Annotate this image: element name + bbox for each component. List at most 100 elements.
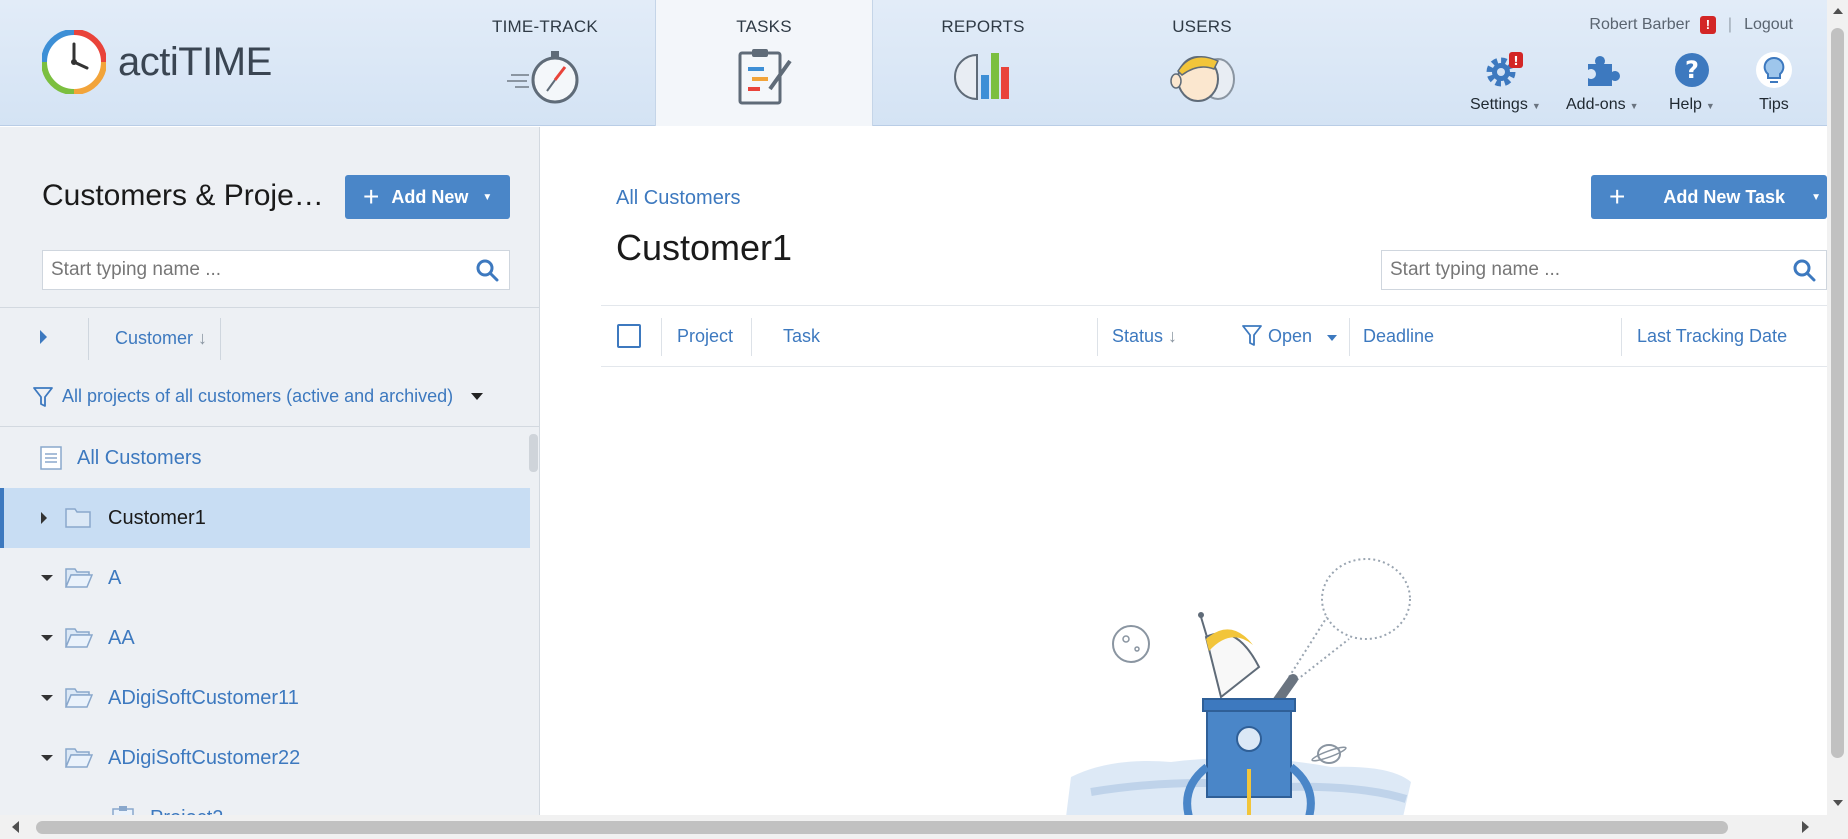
actitime-logo[interactable]: actiTIME xyxy=(42,30,272,94)
task-search-field xyxy=(1381,250,1827,290)
sort-arrow-icon: ↓ xyxy=(198,328,208,348)
page-title: Customer1 xyxy=(616,227,793,268)
filter-caret-icon xyxy=(471,393,484,400)
collapse-arrow-icon[interactable] xyxy=(41,695,53,701)
add-task-dropdown-icon[interactable]: ▼ xyxy=(1811,192,1821,203)
tips-button[interactable]: Tips xyxy=(1754,50,1794,114)
tips-label: Tips xyxy=(1759,96,1789,113)
search-icon[interactable] xyxy=(1782,258,1826,282)
scroll-down-icon[interactable] xyxy=(1833,800,1843,806)
tree-item-label: Customer1 xyxy=(108,506,206,529)
folder-icon xyxy=(65,508,91,528)
page-horizontal-scrollbar[interactable] xyxy=(0,815,1848,839)
sort-by-customer[interactable]: Customer ↓ xyxy=(115,328,207,349)
column-divider xyxy=(751,318,752,356)
collapse-arrow-icon[interactable] xyxy=(41,635,53,641)
collapse-arrow-icon[interactable] xyxy=(41,575,53,581)
tree-item-project2[interactable]: Project2 xyxy=(0,788,530,815)
addons-label: Add-ons xyxy=(1566,96,1626,113)
puzzle-icon xyxy=(1588,56,1621,86)
clock-logo-icon xyxy=(42,30,106,94)
list-icon xyxy=(40,446,62,470)
breadcrumb-all-customers[interactable]: All Customers xyxy=(616,187,740,210)
expand-all-icon[interactable] xyxy=(40,330,47,344)
help-menu[interactable]: ? Help ▼ xyxy=(1669,50,1715,114)
plus-icon: + xyxy=(1609,181,1626,212)
folder-open-icon xyxy=(65,688,93,708)
tree-item-label: ADigiSoftCustomer11 xyxy=(108,686,299,709)
sort-divider-right xyxy=(220,318,221,360)
logout-link[interactable]: Logout xyxy=(1744,16,1793,34)
vertical-scroll-thumb[interactable] xyxy=(1831,28,1844,758)
status-filter-icon[interactable] xyxy=(1241,322,1263,353)
select-all-checkbox[interactable] xyxy=(617,324,641,348)
tree-item-aa[interactable]: AA xyxy=(0,608,530,668)
tree-sort-bar: Customer ↓ xyxy=(0,307,540,367)
settings-badge: ! xyxy=(1514,54,1519,68)
column-deadline[interactable]: Deadline xyxy=(1363,326,1434,347)
column-status[interactable]: Status ↓ xyxy=(1112,326,1177,347)
settings-label: Settings xyxy=(1470,96,1528,113)
scroll-left-icon[interactable] xyxy=(12,821,19,833)
tree-item-adigisoftcustomer22[interactable]: ADigiSoftCustomer22 xyxy=(0,728,530,788)
tab-time-track-label: TIME-TRACK xyxy=(492,17,598,36)
logo-text: actiTIME xyxy=(118,39,272,84)
users-icon xyxy=(1170,56,1235,102)
tab-reports[interactable]: REPORTS xyxy=(874,0,1092,126)
column-project[interactable]: Project xyxy=(677,326,733,347)
user-name[interactable]: Robert Barber xyxy=(1589,16,1690,34)
status-sort-arrow-icon: ↓ xyxy=(1168,326,1178,346)
open-filter-caret-icon[interactable] xyxy=(1327,335,1337,341)
tree-item-a[interactable]: A xyxy=(0,548,530,608)
column-last-tracking-date[interactable]: Last Tracking Date xyxy=(1637,326,1787,347)
help-label: Help xyxy=(1669,96,1702,113)
tab-time-track[interactable]: TIME-TRACK xyxy=(436,0,654,126)
settings-caret-icon: ▼ xyxy=(1531,101,1541,111)
scroll-up-icon[interactable] xyxy=(1833,8,1843,14)
collapse-arrow-icon[interactable] xyxy=(41,755,53,761)
tab-tasks[interactable]: TASKS xyxy=(655,0,873,126)
customer-search-input[interactable] xyxy=(43,251,465,289)
customers-projects-panel: Customers & Projects + Add New ▼ Custome… xyxy=(0,127,540,815)
task-search-input[interactable] xyxy=(1382,251,1782,289)
addons-menu[interactable]: Add-ons ▼ xyxy=(1566,50,1639,114)
settings-menu[interactable]: ! Settings ▼ xyxy=(1470,50,1541,114)
status-filter-open[interactable]: Open xyxy=(1268,326,1312,347)
add-new-dropdown-icon[interactable]: ▼ xyxy=(482,192,492,203)
stopwatch-icon xyxy=(507,51,579,104)
add-new-button[interactable]: + Add New ▼ xyxy=(345,175,510,219)
customer-search-field xyxy=(42,250,510,290)
folder-open-icon xyxy=(65,568,93,588)
add-new-task-button[interactable]: + Add New Task ▼ xyxy=(1591,175,1827,219)
tree-item-customer1[interactable]: Customer1 xyxy=(0,488,530,548)
user-warning-badge[interactable]: ! xyxy=(1699,16,1716,34)
add-new-task-label: Add New Task xyxy=(1663,186,1786,207)
sort-column-label: Customer xyxy=(115,328,194,348)
user-separator: | xyxy=(1727,16,1733,33)
gear-icon: ! xyxy=(1486,52,1524,87)
column-divider xyxy=(1349,318,1350,356)
bar-chart-icon xyxy=(954,53,1009,101)
search-icon[interactable] xyxy=(465,258,509,282)
project-icon xyxy=(112,806,134,815)
tree-item-label: A xyxy=(108,566,122,589)
project-filter-dropdown[interactable]: All projects of all customers (active an… xyxy=(0,367,540,427)
tab-tasks-label: TASKS xyxy=(736,17,792,36)
lightbulb-icon xyxy=(1756,52,1792,88)
horizontal-scroll-thumb[interactable] xyxy=(36,821,1728,834)
scroll-right-icon[interactable] xyxy=(1802,821,1809,833)
app-window: actiTIME TIME-TRACK TASKS REPORTS USERS … xyxy=(0,0,1827,815)
tree-item-label: ADigiSoftCustomer22 xyxy=(108,746,301,769)
top-navigation-bar: actiTIME TIME-TRACK TASKS REPORTS USERS … xyxy=(0,0,1827,126)
tree-scrollbar[interactable] xyxy=(529,434,538,472)
tree-item-all-customers[interactable]: All Customers xyxy=(0,428,530,488)
column-task[interactable]: Task xyxy=(783,326,820,347)
column-divider xyxy=(1621,318,1622,356)
page-vertical-scrollbar[interactable] xyxy=(1827,0,1848,815)
add-new-label: Add New xyxy=(391,186,469,207)
tree-item-adigisoftcustomer11[interactable]: ADigiSoftCustomer11 xyxy=(0,668,530,728)
tree-item-label: Project2 xyxy=(150,807,223,816)
help-glyph: ? xyxy=(1685,56,1699,84)
expand-arrow-icon[interactable] xyxy=(41,512,47,524)
tab-users[interactable]: USERS xyxy=(1093,0,1311,126)
